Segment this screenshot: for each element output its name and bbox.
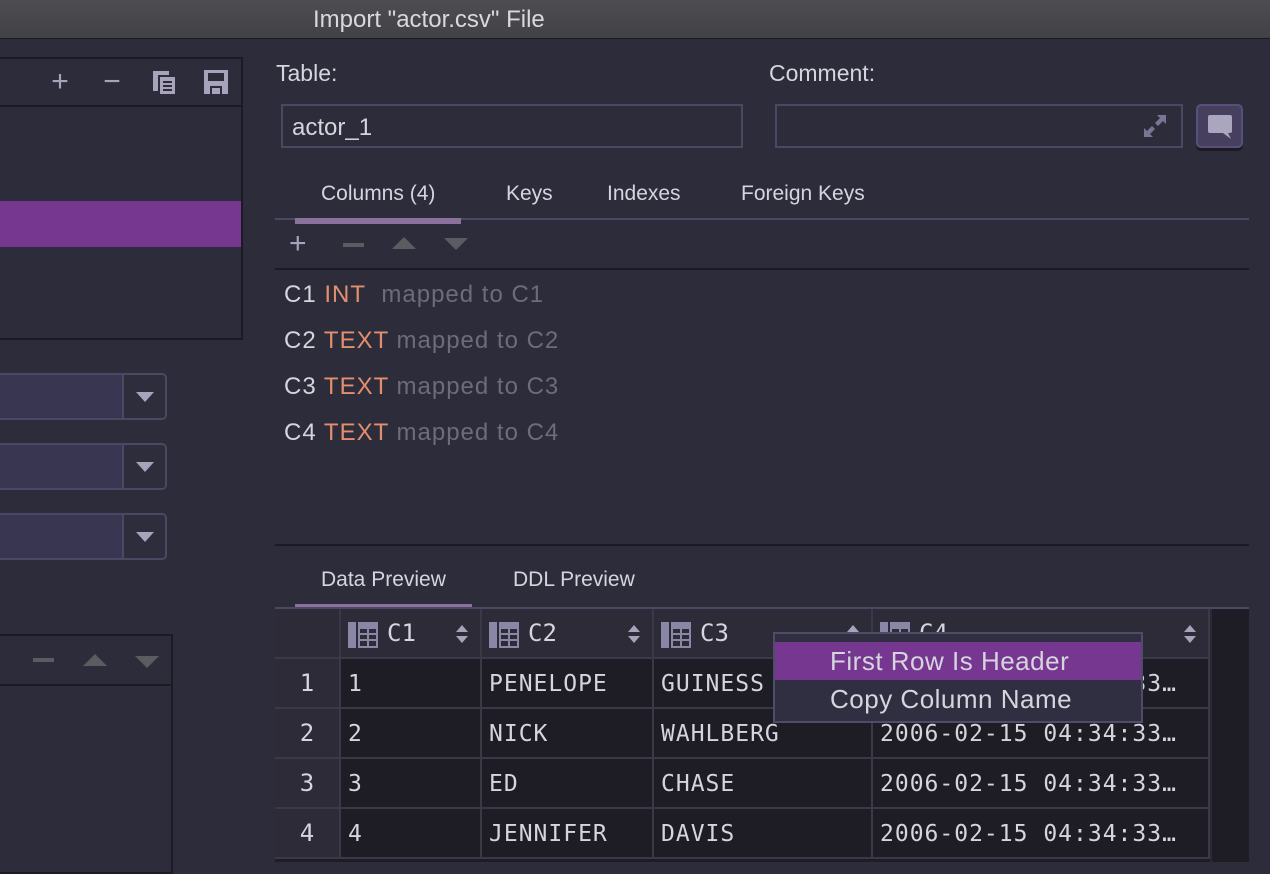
grid-cell[interactable]: 2006-02-15 04:34:33…: [873, 759, 1210, 809]
table-name-value: actor_1: [292, 114, 373, 141]
row-number[interactable]: 4: [275, 809, 341, 859]
move-up-icon[interactable]: [83, 654, 107, 666]
grid-cell[interactable]: 2: [341, 709, 482, 759]
comment-input[interactable]: [775, 104, 1183, 148]
plus-icon[interactable]: +: [47, 67, 73, 97]
sort-icon[interactable]: [1184, 625, 1196, 643]
column-item[interactable]: C4 TEXT mapped to C4: [284, 419, 559, 447]
context-menu: First Row Is Header Copy Column Name: [773, 632, 1143, 723]
grid-cell[interactable]: 3: [341, 759, 482, 809]
move-down-icon[interactable]: [444, 238, 468, 250]
move-down-icon[interactable]: [135, 656, 159, 668]
dropdown-button[interactable]: [122, 445, 165, 488]
dropdown-button[interactable]: [122, 515, 165, 558]
combo-box-3[interactable]: [0, 513, 167, 560]
grid-cell[interactable]: DAVIS: [654, 809, 873, 859]
grid-cell[interactable]: ED: [482, 759, 654, 809]
grid-corner: [275, 609, 341, 659]
tab-keys[interactable]: Keys: [480, 182, 579, 220]
grid-cell[interactable]: PENELOPE: [482, 659, 654, 709]
menu-item-copy-column-name[interactable]: Copy Column Name: [775, 680, 1141, 718]
speech-bubble-icon: [1208, 115, 1232, 139]
columns-toolbar: +: [275, 220, 1249, 270]
column-item[interactable]: C2 TEXT mapped to C2: [284, 327, 559, 355]
grid-cell[interactable]: 2006-02-15 04:34:33…: [873, 809, 1210, 859]
table-column-icon: [489, 622, 519, 653]
save-icon[interactable]: [203, 69, 229, 95]
preview-tabs: Data Preview DDL Preview: [275, 556, 1249, 610]
move-up-icon[interactable]: [392, 237, 416, 249]
comment-label: Comment:: [769, 60, 876, 86]
row-number[interactable]: 2: [275, 709, 341, 759]
minus-icon[interactable]: −: [99, 67, 125, 97]
table-column-icon: [661, 622, 691, 653]
left-list: [0, 109, 241, 338]
grid-cell[interactable]: 1: [341, 659, 482, 709]
grid-cell[interactable]: CHASE: [654, 759, 873, 809]
add-column-icon[interactable]: +: [289, 229, 307, 259]
tab-indexes[interactable]: Indexes: [581, 182, 707, 220]
window-title: Import "actor.csv" File: [313, 6, 545, 33]
tab-data-preview[interactable]: Data Preview: [295, 568, 472, 610]
column-item[interactable]: C1 INT mapped to C1: [284, 281, 544, 309]
table-label: Table:: [276, 60, 338, 86]
left-list-panel: + −: [0, 57, 243, 340]
comment-button[interactable]: [1196, 104, 1243, 148]
list-item[interactable]: [0, 155, 241, 201]
column-item[interactable]: C3 TEXT mapped to C3: [284, 373, 559, 401]
left-lower-toolbar: [0, 636, 171, 686]
column-header-label: C1: [387, 619, 416, 647]
splitter[interactable]: [275, 544, 1249, 546]
sort-icon[interactable]: [628, 625, 640, 643]
column-header[interactable]: C2: [482, 609, 654, 659]
grid-cell[interactable]: JENNIFER: [482, 809, 654, 859]
table-name-input[interactable]: actor_1: [281, 104, 743, 148]
chevron-down-icon: [136, 392, 154, 402]
sort-icon[interactable]: [456, 625, 468, 643]
combo-box-2[interactable]: [0, 443, 167, 490]
combo-box-1[interactable]: [0, 373, 167, 420]
tab-columns[interactable]: Columns (4): [295, 182, 462, 224]
tab-ddl-preview[interactable]: DDL Preview: [487, 568, 661, 606]
copy-icon[interactable]: [151, 69, 177, 95]
remove-column-icon[interactable]: [343, 243, 364, 247]
list-item[interactable]: [0, 109, 241, 155]
menu-item-first-row-is-header[interactable]: First Row Is Header: [775, 642, 1141, 680]
table-column-icon: [348, 622, 378, 653]
grid-cell[interactable]: NICK: [482, 709, 654, 759]
column-header[interactable]: C1: [341, 609, 482, 659]
left-toolbar: + −: [0, 59, 241, 107]
row-number[interactable]: 3: [275, 759, 341, 809]
grid-cell[interactable]: 4: [341, 809, 482, 859]
column-tabs: Columns (4) Keys Indexes Foreign Keys: [275, 170, 1249, 224]
chevron-down-icon: [136, 462, 154, 472]
tab-foreign-keys[interactable]: Foreign Keys: [715, 182, 891, 220]
vertical-scrollbar[interactable]: [1210, 609, 1249, 862]
expand-icon[interactable]: [1143, 114, 1167, 138]
row-number[interactable]: 1: [275, 659, 341, 709]
window-titlebar: Import "actor.csv" File: [0, 0, 1270, 39]
dropdown-button[interactable]: [122, 375, 165, 418]
list-item-selected[interactable]: [0, 201, 241, 247]
column-header-label: C3: [700, 619, 729, 647]
minus-icon[interactable]: [33, 658, 54, 662]
chevron-down-icon: [136, 532, 154, 542]
column-header-label: C2: [528, 619, 557, 647]
left-lower-panel: [0, 634, 173, 874]
